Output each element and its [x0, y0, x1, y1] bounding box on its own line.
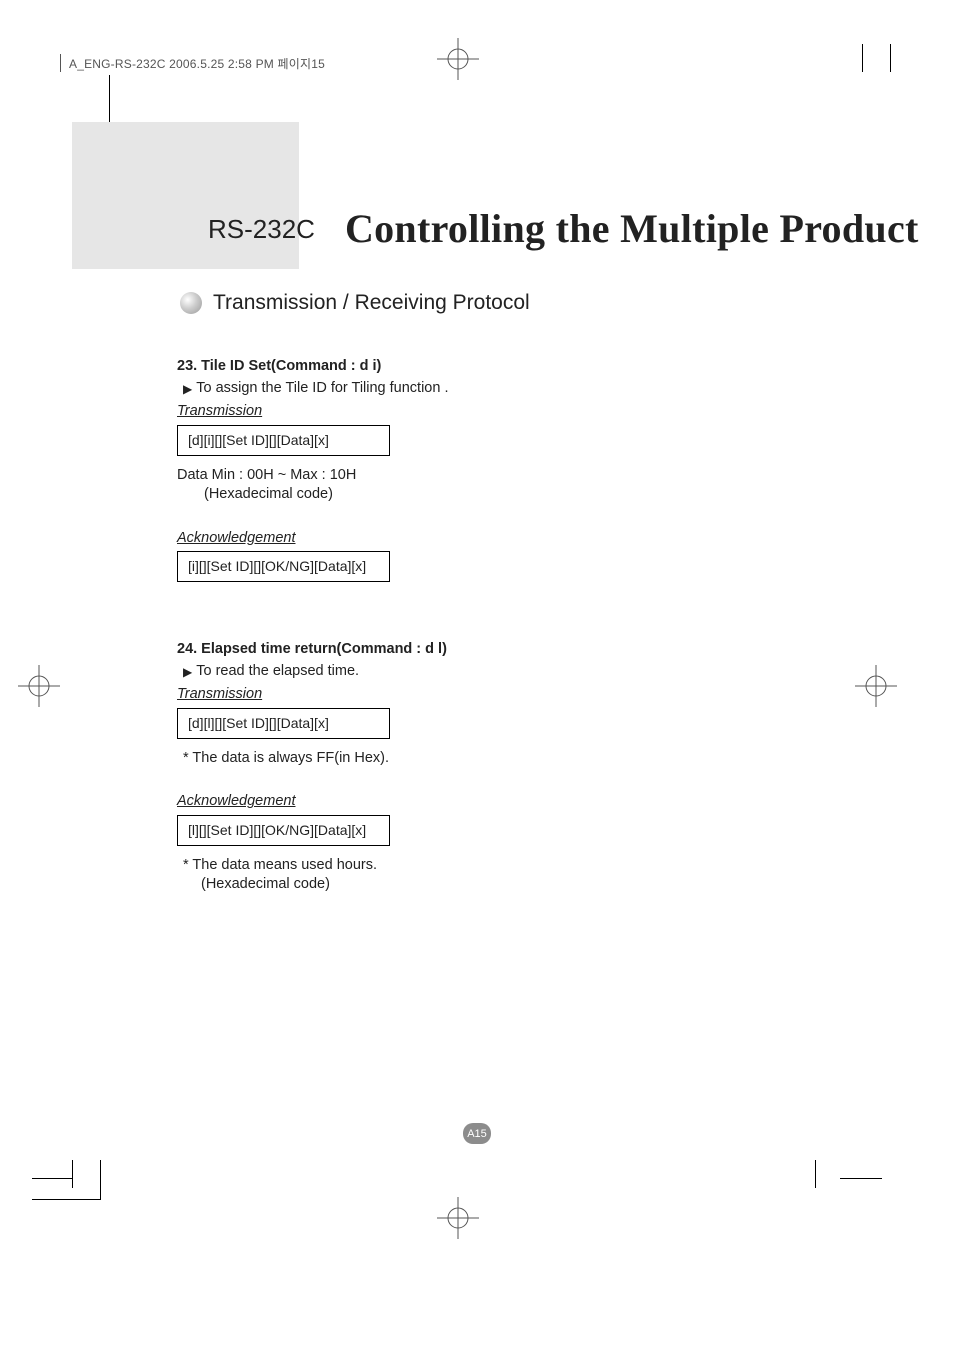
arrow-right-icon: ▶ [183, 381, 192, 397]
registration-mark-icon [18, 665, 60, 707]
ack-box: [l][][Set ID][][OK/NG][Data][x] [177, 815, 390, 846]
ack-label: Acknowledgement [177, 529, 737, 549]
crop-mark [890, 44, 891, 72]
data-note: (Hexadecimal code) [204, 485, 737, 505]
content-body: 23. Tile ID Set(Command : d i) ▶ To assi… [177, 355, 737, 895]
data-range: Data Min : 00H ~ Max : 10H [177, 466, 737, 486]
transmission-box: [d][i][][Set ID][][Data][x] [177, 425, 390, 456]
section-desc-row: ▶ To assign the Tile ID for Tiling funct… [177, 379, 737, 399]
section-heading: 24. Elapsed time return(Command : d l) [177, 640, 737, 660]
slug-tick [60, 54, 61, 72]
registration-mark-icon [855, 665, 897, 707]
subtitle: Transmission / Receiving Protocol [213, 291, 530, 315]
crop-mark [32, 1199, 100, 1200]
page-number-row: A15 [0, 1123, 954, 1144]
document-slug: A_ENG-RS-232C 2006.5.25 2:58 PM 페이지15 [69, 55, 325, 72]
transmission-box: [d][l][][Set ID][][Data][x] [177, 708, 390, 739]
title-prefix: RS-232C [208, 214, 315, 245]
crop-mark [840, 1178, 882, 1179]
note-text-indent: (Hexadecimal code) [201, 875, 737, 895]
sphere-bullet-icon [180, 292, 202, 314]
transmission-label: Transmission [177, 402, 737, 422]
subtitle-row: Transmission / Receiving Protocol [180, 291, 530, 315]
crop-mark [100, 1160, 101, 1200]
document-slug-row: A_ENG-RS-232C 2006.5.25 2:58 PM 페이지15 [60, 54, 890, 72]
crop-mark [815, 1160, 816, 1188]
section-desc: To assign the Tile ID for Tiling functio… [196, 379, 448, 399]
ack-box: [i][][Set ID][][OK/NG][Data][x] [177, 551, 390, 582]
crop-mark [72, 1160, 73, 1188]
note-text: * The data means used hours. [183, 856, 737, 876]
section-heading: 23. Tile ID Set(Command : d i) [177, 357, 737, 377]
page-number-badge: A15 [463, 1123, 491, 1144]
crop-mark [32, 1178, 72, 1179]
section-desc-row: ▶ To read the elapsed time. [177, 662, 737, 682]
registration-mark-icon [437, 1197, 479, 1239]
page-title: Controlling the Multiple Product [345, 205, 919, 252]
arrow-right-icon: ▶ [183, 664, 192, 680]
section-desc: To read the elapsed time. [196, 662, 359, 682]
transmission-label: Transmission [177, 685, 737, 705]
title-block: RS-232C Controlling the Multiple Product [74, 205, 919, 252]
ack-label: Acknowledgement [177, 792, 737, 812]
note-text: * The data is always FF(in Hex). [183, 749, 737, 769]
